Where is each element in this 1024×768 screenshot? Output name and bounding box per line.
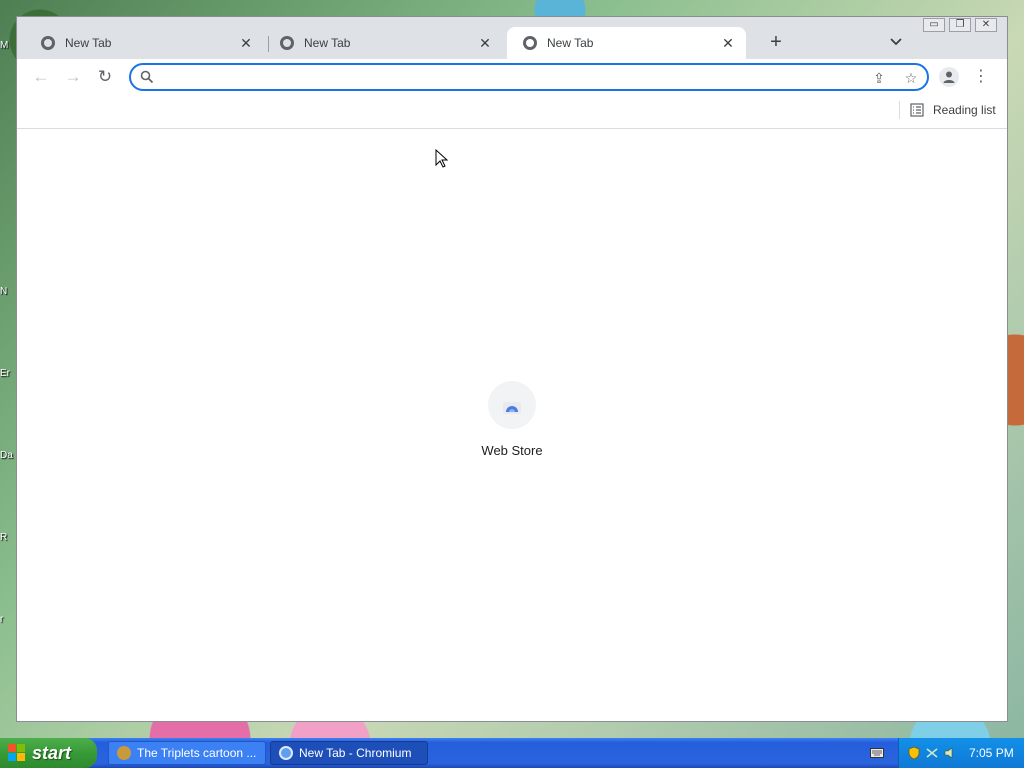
tab-close-icon[interactable]: ✕	[477, 35, 493, 52]
mouse-cursor-icon	[435, 149, 449, 168]
tab-title: New Tab	[304, 36, 351, 50]
desktop-icon-label[interactable]: R	[0, 532, 7, 543]
tab-title: New Tab	[547, 36, 594, 50]
tab-close-icon[interactable]: ✕	[720, 35, 736, 52]
desktop-icon-label[interactable]: r	[0, 614, 3, 625]
bookmarks-bar: Reading list	[17, 95, 1007, 129]
globe-icon	[280, 36, 294, 50]
security-shield-icon[interactable]	[907, 746, 921, 760]
tab-search-button[interactable]	[885, 31, 907, 53]
shortcut-tile	[488, 381, 536, 429]
taskbar: start The Triplets cartoon ... New Tab -…	[0, 738, 1024, 768]
keyboard-icon[interactable]	[870, 747, 884, 759]
desktop-icon-label[interactable]: N	[0, 286, 7, 297]
new-tab-page: Web Store	[17, 129, 1007, 721]
chevron-down-icon	[890, 38, 902, 46]
clock[interactable]: 7:05 PM	[969, 746, 1014, 760]
person-icon	[943, 71, 955, 83]
search-icon	[140, 70, 154, 84]
app-icon	[117, 746, 131, 760]
globe-icon	[41, 36, 55, 50]
shortcut-web-store[interactable]: Web Store	[464, 381, 560, 471]
start-button[interactable]: start	[0, 738, 97, 768]
taskbar-item[interactable]: The Triplets cartoon ...	[108, 741, 266, 765]
desktop-icon-label[interactable]: M	[0, 40, 8, 51]
web-store-icon	[503, 402, 521, 414]
address-input[interactable]	[163, 68, 853, 86]
reading-list-button[interactable]: Reading list	[910, 101, 996, 119]
volume-icon[interactable]	[943, 746, 957, 760]
system-tray: 7:05 PM	[898, 738, 1024, 768]
bookmark-star-icon[interactable]: ☆	[901, 68, 921, 88]
start-label: start	[32, 742, 72, 763]
chromium-icon	[279, 746, 293, 760]
tab-active[interactable]: New Tab ✕	[507, 27, 746, 59]
reading-list-label: Reading list	[933, 103, 996, 117]
globe-icon	[523, 36, 537, 50]
share-icon[interactable]: ⇪	[869, 68, 889, 88]
shortcut-label: Web Store	[481, 443, 543, 458]
taskbar-item-label: New Tab - Chromium	[299, 746, 412, 760]
tab[interactable]: New Tab ✕	[25, 27, 264, 59]
windows-logo-icon	[8, 744, 26, 762]
omnibox[interactable]: ⇪ ☆	[129, 63, 929, 91]
new-tab-button[interactable]: +	[765, 31, 787, 53]
back-button[interactable]: ←	[29, 65, 53, 89]
reading-list-icon	[910, 103, 924, 117]
tab[interactable]: New Tab ✕	[264, 27, 503, 59]
taskbar-item-active[interactable]: New Tab - Chromium	[270, 741, 428, 765]
bookmarks-divider	[899, 101, 900, 119]
browser-menu-button[interactable]: ⋮	[973, 65, 989, 89]
forward-button[interactable]: →	[61, 65, 85, 89]
network-icon[interactable]	[925, 746, 939, 760]
desktop-icon-label[interactable]: Er	[0, 368, 10, 379]
tab-close-icon[interactable]: ✕	[238, 35, 254, 52]
profile-button[interactable]	[939, 67, 959, 87]
browser-window: ▭ ❐ ✕ New Tab ✕ New Tab ✕ New Tab ✕ + ← …	[16, 16, 1008, 722]
browser-toolbar: ← → ↻ ⇪ ☆ ⋮	[17, 59, 1007, 95]
taskbar-item-label: The Triplets cartoon ...	[137, 746, 257, 760]
tab-strip: New Tab ✕ New Tab ✕ New Tab ✕ +	[25, 27, 985, 59]
reload-button[interactable]: ↻	[93, 65, 117, 89]
tab-title: New Tab	[65, 36, 112, 50]
desktop-icon-label[interactable]: Da	[0, 450, 13, 461]
